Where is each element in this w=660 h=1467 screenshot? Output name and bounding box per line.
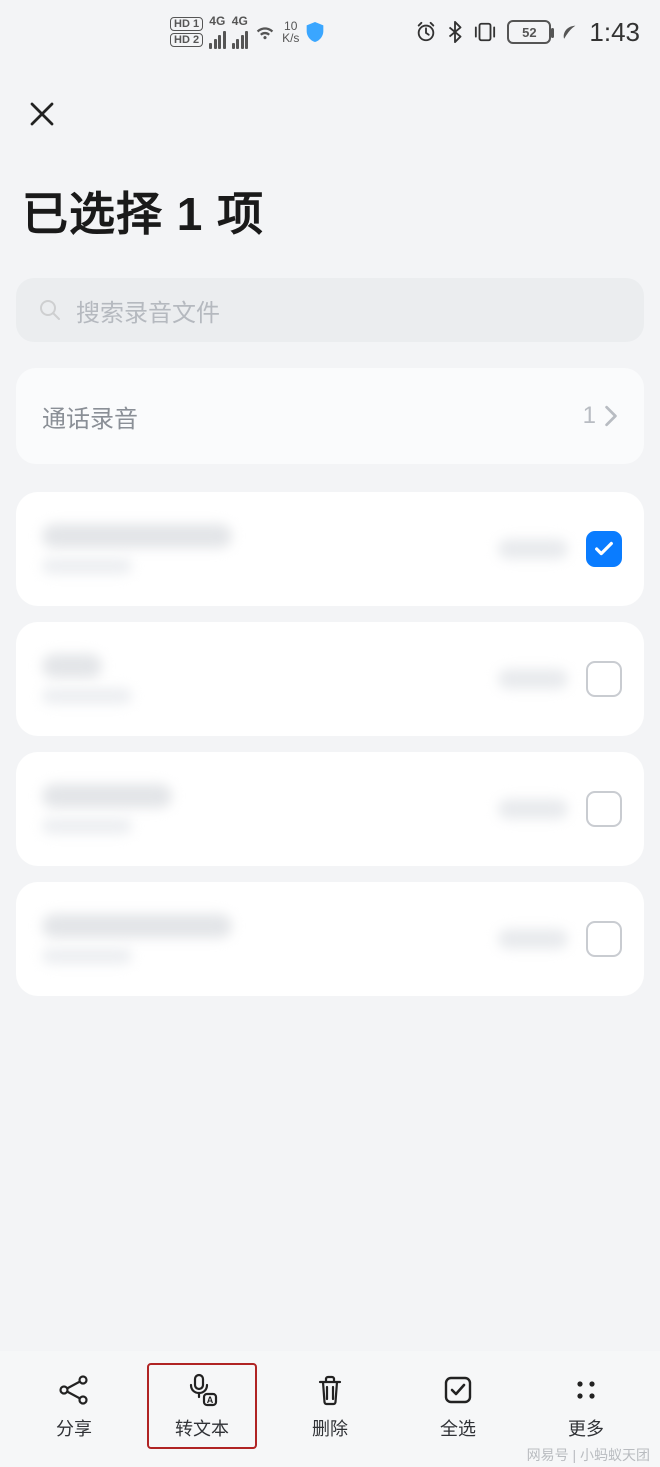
item-title-redacted [42, 654, 102, 678]
category-label: 通话录音 [42, 399, 138, 434]
category-count: 1 [583, 402, 596, 430]
share-button[interactable]: 分享 [19, 1363, 129, 1449]
more-icon [567, 1371, 605, 1409]
transcribe-label: 转文本 [175, 1415, 229, 1441]
signal-1: 4G [209, 15, 226, 49]
chevron-right-icon [604, 405, 618, 427]
search-placeholder: 搜索录音文件 [76, 293, 220, 328]
delete-button[interactable]: 删除 [275, 1363, 385, 1449]
list-item[interactable] [16, 882, 644, 996]
list-item[interactable] [16, 492, 644, 606]
vibrate-icon [473, 21, 497, 43]
transcribe-icon: A [183, 1371, 221, 1409]
header: 已选择 1 项 [0, 64, 660, 254]
close-icon [27, 99, 57, 129]
list-item[interactable] [16, 622, 644, 736]
checkbox[interactable] [586, 661, 622, 697]
item-sub-redacted [42, 948, 132, 964]
hd2-icon: HD 2 [170, 33, 203, 47]
clock: 1:43 [589, 17, 640, 48]
page-title: 已选择 1 项 [22, 178, 638, 244]
hd1-icon: HD 1 [170, 17, 203, 31]
checkmark-icon [593, 538, 615, 560]
select-all-button[interactable]: 全选 [403, 1363, 513, 1449]
select-all-icon [439, 1371, 477, 1409]
list-item[interactable] [16, 752, 644, 866]
watermark: 网易号 | 小蚂蚁天团 [527, 1445, 650, 1465]
share-label: 分享 [56, 1415, 92, 1441]
item-title-redacted [42, 784, 172, 808]
item-title-redacted [42, 524, 232, 548]
close-button[interactable] [22, 94, 62, 134]
item-sub-redacted [42, 688, 132, 704]
svg-text:A: A [207, 1395, 214, 1405]
select-all-label: 全选 [440, 1415, 476, 1441]
trash-icon [311, 1371, 349, 1409]
category-call-recordings[interactable]: 通话录音 1 [16, 368, 644, 464]
status-bar: HD 1 HD 2 4G 4G 10 K/s 52 1:43 [0, 0, 660, 64]
signal-2: 4G [232, 15, 249, 49]
item-meta-redacted [498, 669, 568, 689]
search-input[interactable]: 搜索录音文件 [16, 278, 644, 342]
category-count-wrap: 1 [583, 402, 618, 430]
share-icon [55, 1371, 93, 1409]
hd-badges: HD 1 HD 2 [170, 17, 203, 47]
checkbox[interactable] [586, 921, 622, 957]
leaf-icon [561, 23, 579, 41]
item-meta-redacted [498, 539, 568, 559]
net-speed: 10 K/s [282, 20, 299, 44]
status-right: 52 1:43 [415, 17, 640, 48]
checkbox[interactable] [586, 791, 622, 827]
item-sub-redacted [42, 558, 132, 574]
more-button[interactable]: 更多 [531, 1363, 641, 1449]
recording-list [16, 492, 644, 996]
checkbox[interactable] [586, 531, 622, 567]
search-icon [38, 298, 62, 322]
item-sub-redacted [42, 818, 132, 834]
shield-icon [305, 21, 325, 43]
more-label: 更多 [568, 1415, 604, 1441]
item-meta-redacted [498, 799, 568, 819]
delete-label: 删除 [312, 1415, 348, 1441]
wifi-icon [254, 23, 276, 41]
item-meta-redacted [498, 929, 568, 949]
status-left: HD 1 HD 2 4G 4G 10 K/s [170, 15, 325, 49]
battery-icon: 52 [507, 20, 551, 44]
item-title-redacted [42, 914, 232, 938]
bluetooth-icon [447, 21, 463, 43]
alarm-icon [415, 21, 437, 43]
transcribe-button[interactable]: A 转文本 [147, 1363, 257, 1449]
